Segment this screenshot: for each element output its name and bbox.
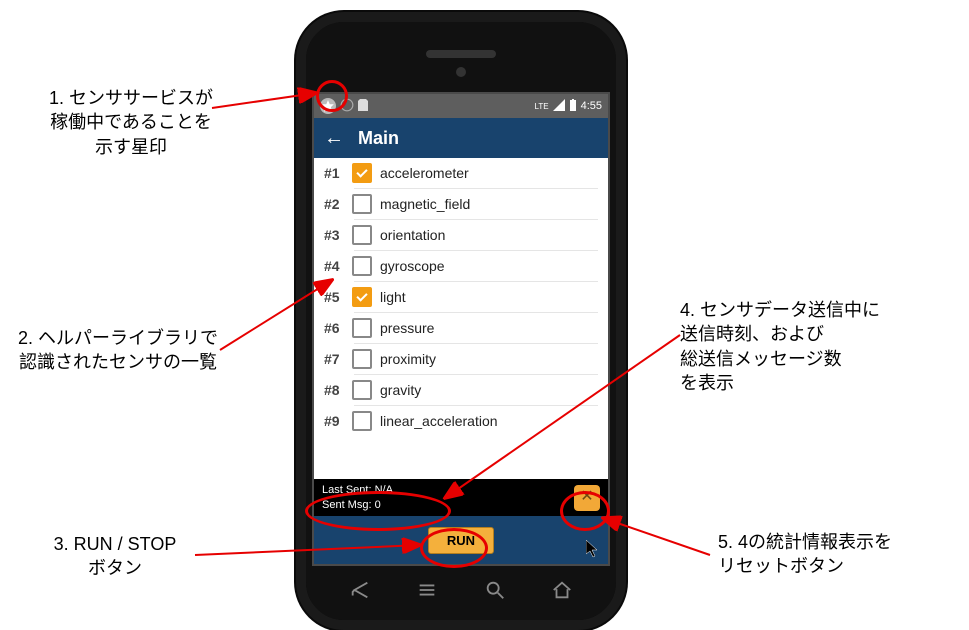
back-arrow-icon[interactable]: ←: [324, 127, 344, 150]
title-bar: ← Main: [314, 118, 608, 158]
sensor-checkbox[interactable]: [352, 411, 372, 431]
sensor-list: #1 accelerometer #2 magnetic_field #3 orienta…: [314, 158, 608, 479]
sensor-checkbox[interactable]: [352, 163, 372, 183]
annotation-5: 5. 4の統計情報表示を リセットボタン: [718, 530, 892, 579]
ring-reset: [560, 491, 610, 531]
front-camera: [456, 67, 466, 77]
sensor-number: #4: [324, 258, 344, 274]
sensor-row: #5 light: [314, 282, 608, 312]
sensor-row: #3 orientation: [314, 220, 608, 250]
sensor-label: light: [380, 289, 598, 305]
sd-card-icon: [358, 99, 368, 114]
sensor-number: #3: [324, 227, 344, 243]
sensor-checkbox[interactable]: [352, 287, 372, 307]
sensor-number: #2: [324, 196, 344, 212]
sensor-row: #1 accelerometer: [314, 158, 608, 188]
sensor-label: accelerometer: [380, 165, 598, 181]
sensor-row: #8 gravity: [314, 375, 608, 405]
home-hw-icon[interactable]: [551, 579, 573, 606]
sensor-checkbox[interactable]: [352, 225, 372, 245]
annotation-3: 3. RUN / STOP ボタン: [30, 532, 200, 581]
hardware-buttons: [326, 579, 596, 606]
ring-star: [316, 80, 348, 112]
signal-icon: [553, 99, 565, 114]
sensor-checkbox[interactable]: [352, 256, 372, 276]
annotation-1: 1. センササービスが 稼働中であることを 示す星印: [26, 86, 236, 159]
sensor-label: gravity: [380, 382, 598, 398]
sensor-number: #1: [324, 165, 344, 181]
menu-hw-icon[interactable]: [416, 579, 438, 606]
sensor-label: orientation: [380, 227, 598, 243]
annotation-4: 4. センサデータ送信中に 送信時刻、および 総送信メッセージ数 を表示: [680, 298, 880, 395]
sensor-checkbox[interactable]: [352, 194, 372, 214]
sensor-label: linear_acceleration: [380, 413, 598, 429]
sensor-row: #7 proximity: [314, 344, 608, 374]
sensor-label: pressure: [380, 320, 598, 336]
network-label: LTE: [535, 102, 549, 111]
ring-stats: [305, 491, 451, 531]
sensor-number: #6: [324, 320, 344, 336]
back-hw-icon[interactable]: [349, 579, 371, 606]
sensor-row: #2 magnetic_field: [314, 189, 608, 219]
battery-icon: [569, 99, 577, 114]
sensor-checkbox[interactable]: [352, 349, 372, 369]
volume-button: [296, 222, 302, 264]
clock-time: 4:55: [581, 100, 602, 112]
phone-speaker: [426, 50, 496, 58]
sensor-checkbox[interactable]: [352, 380, 372, 400]
status-bar: LTE 4:55: [314, 94, 608, 118]
sensor-number: #8: [324, 382, 344, 398]
sensor-row: #6 pressure: [314, 313, 608, 343]
mouse-cursor-icon: [586, 540, 600, 563]
ring-run: [420, 528, 488, 568]
sensor-number: #5: [324, 289, 344, 305]
page-title: Main: [358, 128, 399, 149]
sensor-row: #4 gyroscope: [314, 251, 608, 281]
sensor-label: gyroscope: [380, 258, 598, 274]
sensor-row: #9 linear_acceleration: [314, 406, 608, 436]
sensor-number: #9: [324, 413, 344, 429]
sensor-label: proximity: [380, 351, 598, 367]
sensor-checkbox[interactable]: [352, 318, 372, 338]
sensor-label: magnetic_field: [380, 196, 598, 212]
power-button: [620, 172, 626, 227]
sensor-number: #7: [324, 351, 344, 367]
search-hw-icon[interactable]: [484, 579, 506, 606]
annotation-2: 2. ヘルパーライブラリで 認識されたセンサの一覧: [0, 326, 236, 375]
